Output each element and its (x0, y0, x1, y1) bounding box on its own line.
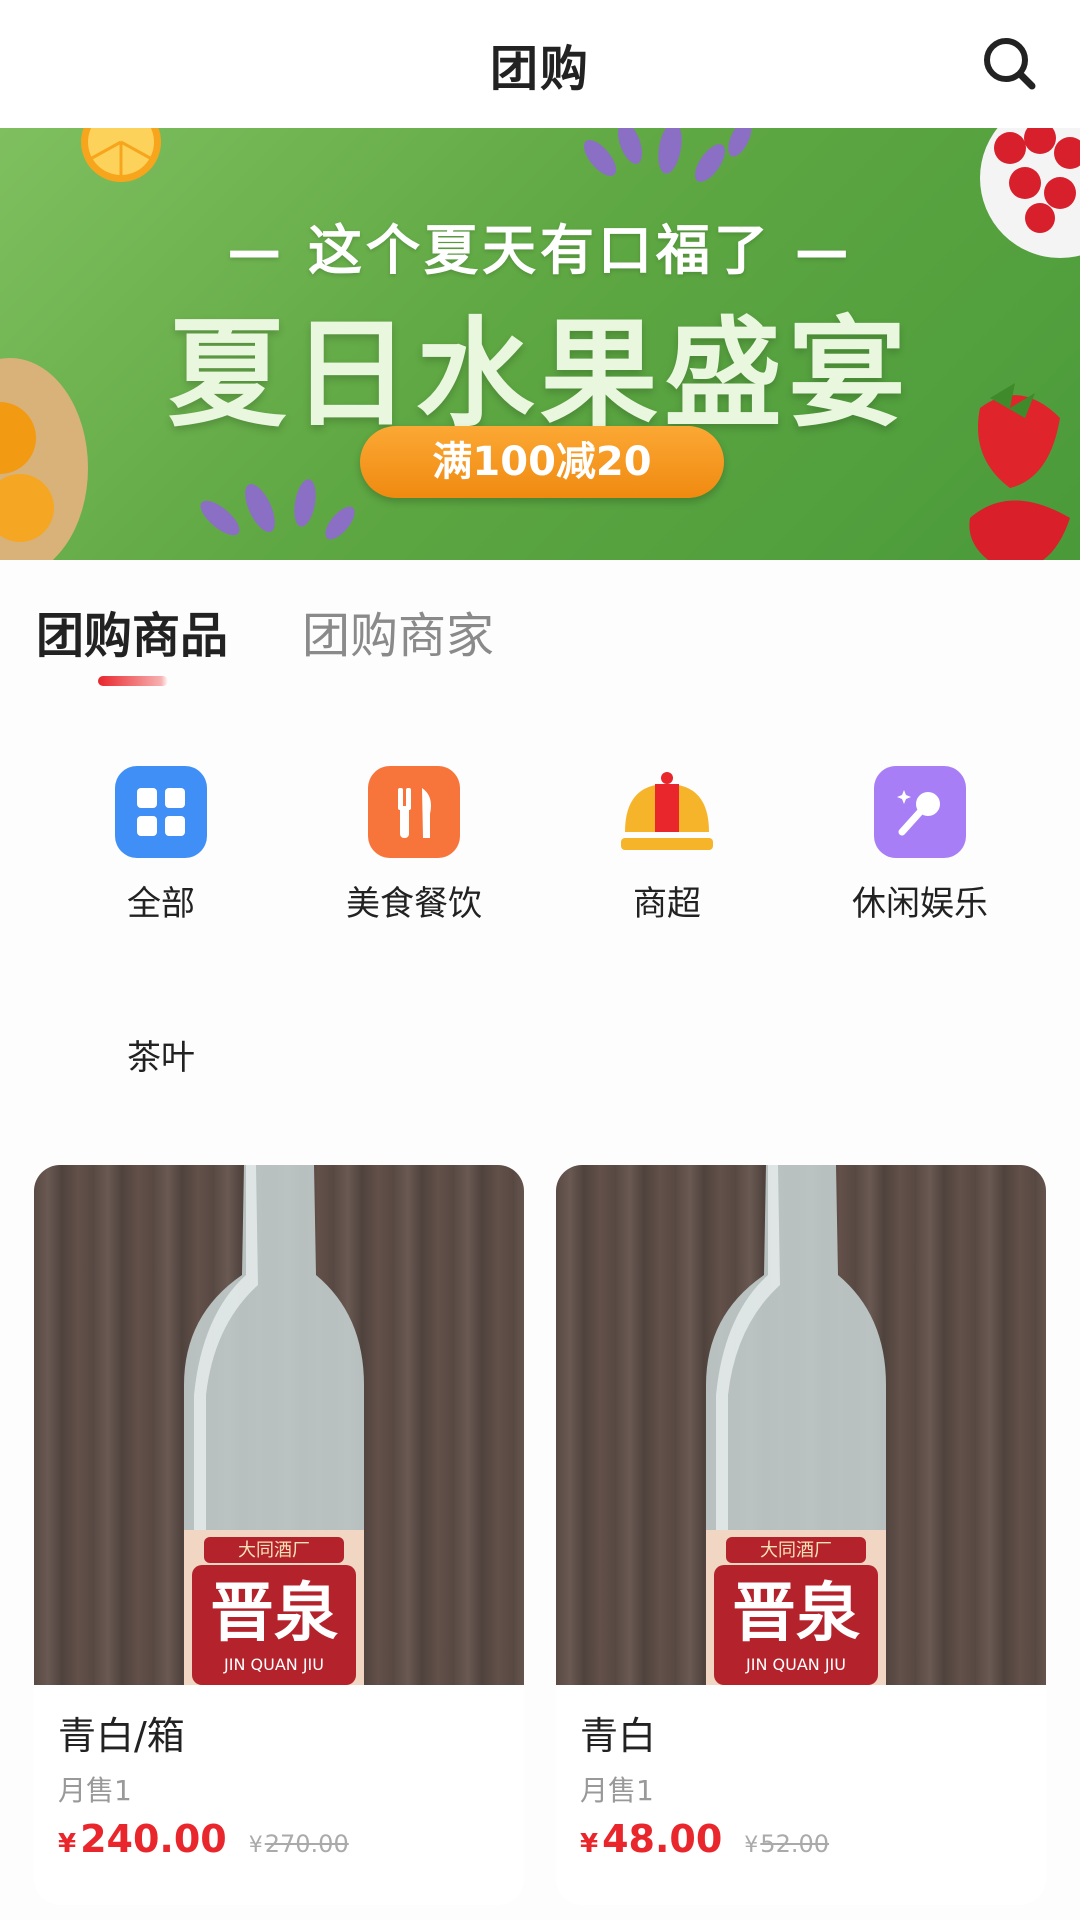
tab-group-products[interactable]: 团购商品 (36, 596, 228, 666)
category-all[interactable]: 全部 (36, 766, 286, 925)
product-name: 青白 (580, 1714, 657, 1758)
category-label: 休闲娱乐 (852, 884, 988, 924)
bottle-brand-text: 晋泉 (732, 1576, 860, 1651)
original-currency-symbol: ¥ (248, 1833, 263, 1858)
category-food[interactable]: 美食餐饮 (289, 766, 539, 925)
price-row: ¥ 240.00 ¥ 270.00 (58, 1817, 349, 1861)
original-price: 270.00 (264, 1830, 349, 1858)
product-sales: 月售1 (58, 1774, 132, 1807)
promo-banner[interactable]: — 这个夏天有口福了 — 夏日水果盛宴 满100减20 (0, 128, 1080, 560)
original-currency-symbol: ¥ (744, 1833, 759, 1858)
product-sales: 月售1 (580, 1774, 654, 1807)
bottle-pinyin-text: JIN QUAN JIU (223, 1655, 324, 1674)
cloche-icon (621, 766, 713, 858)
active-tab-indicator (98, 676, 168, 686)
price-row: ¥ 48.00 ¥ 52.00 (580, 1817, 829, 1861)
banner-headline: 夏日水果盛宴 (167, 305, 912, 443)
product-price: 240.00 (80, 1817, 227, 1861)
category-grid: 全部 美食餐饮 商超 休闲娱乐 茶叶 (0, 710, 1080, 1150)
bottle-pinyin-text: JIN QUAN JIU (745, 1655, 846, 1674)
category-leisure[interactable]: 休闲娱乐 (795, 766, 1045, 925)
product-image: 大同酒厂 晋泉 JIN QUAN JIU (556, 1165, 1046, 1685)
banner-promo-badge: 满100减20 (360, 426, 724, 498)
tab-bar: 团购商品 团购商家 (0, 560, 1080, 710)
microphone-icon (874, 766, 966, 858)
product-price: 48.00 (602, 1817, 723, 1861)
bottle-brand-text: 晋泉 (210, 1576, 338, 1651)
category-tea[interactable]: 茶叶 (36, 1030, 286, 1079)
category-supermarket[interactable]: 商超 (542, 766, 792, 925)
page-title: 团购 (489, 41, 590, 97)
original-price: 52.00 (760, 1830, 830, 1858)
category-label: 美食餐饮 (346, 884, 482, 924)
group-buy-page: 团购 — 这个夏天有口福了 — 夏日水果盛宴 满100减20 团购商品 团购商家… (0, 0, 1080, 1920)
product-card[interactable]: 大同酒厂 晋泉 JIN QUAN JIU 青白/箱 月售1 ¥ 240.00 ¥… (34, 1165, 524, 1905)
fork-knife-icon (368, 766, 460, 858)
product-image: 大同酒厂 晋泉 JIN QUAN JIU (34, 1165, 524, 1685)
search-icon[interactable] (980, 34, 1040, 94)
lavender-icon (200, 479, 355, 540)
category-label: 商超 (633, 884, 701, 924)
bottle-maker-text: 大同酒厂 (238, 1540, 310, 1561)
orange-slice-icon (81, 128, 161, 182)
currency-symbol: ¥ (580, 1829, 599, 1859)
top-bar: 团购 (0, 0, 1080, 128)
product-name: 青白/箱 (58, 1714, 185, 1758)
currency-symbol: ¥ (58, 1829, 77, 1859)
category-label: 全部 (127, 884, 195, 924)
tab-group-merchants[interactable]: 团购商家 (302, 596, 494, 666)
banner-subtitle: — 这个夏天有口福了 — (227, 219, 853, 282)
product-card[interactable]: 大同酒厂 晋泉 JIN QUAN JIU 青白 月售1 ¥ 48.00 ¥ 52… (556, 1165, 1046, 1905)
bottle-maker-text: 大同酒厂 (760, 1540, 832, 1561)
grid-icon (115, 766, 207, 858)
